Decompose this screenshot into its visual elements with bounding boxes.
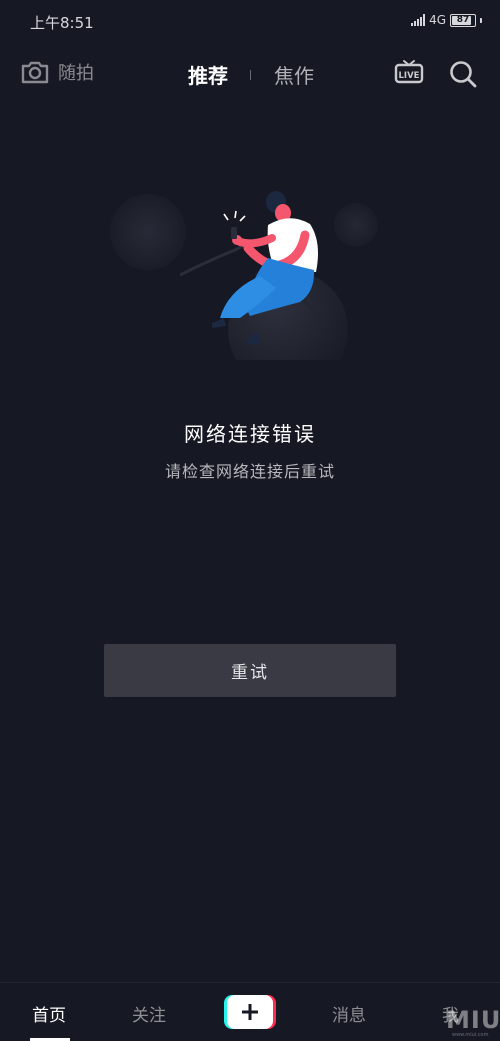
feed-tabs: 推荐 焦作	[186, 60, 316, 89]
error-title: 网络连接错误	[184, 422, 316, 446]
bottom-nav: 首页 关注 消息 我	[0, 982, 500, 1041]
svg-text:LIVE: LIVE	[399, 71, 420, 81]
retry-button[interactable]: 重试	[104, 644, 396, 697]
live-button[interactable]: LIVE	[394, 58, 424, 90]
top-nav: 随拍 推荐 焦作 LIVE	[0, 50, 500, 96]
error-subtitle: 请检查网络连接后重试	[164, 462, 335, 481]
plus-button-face	[227, 995, 273, 1029]
tab-recommended[interactable]: 推荐	[186, 60, 230, 89]
tab-divider	[250, 69, 251, 80]
battery-level: 87	[456, 15, 470, 25]
miui-watermark-url: www.miui.com	[452, 1032, 489, 1038]
nav-following[interactable]: 关注	[132, 1001, 166, 1026]
search-button[interactable]	[448, 59, 478, 93]
battery-icon: 87	[450, 13, 476, 27]
create-video-button[interactable]	[224, 995, 276, 1029]
live-tv-icon: LIVE	[394, 60, 424, 84]
nav-home[interactable]: 首页	[32, 1001, 66, 1026]
status-bar: 上午8:51 4G 87	[0, 0, 500, 42]
camera-icon	[21, 61, 49, 84]
status-time: 上午8:51	[30, 14, 94, 32]
miui-watermark: MIUI	[446, 1006, 500, 1034]
network-type: 4G	[429, 13, 446, 27]
tab-local[interactable]: 焦作	[272, 60, 316, 89]
signal-icon	[411, 14, 426, 26]
status-indicators: 4G 87	[411, 13, 482, 27]
network-error-illustration	[100, 180, 400, 390]
camera-button[interactable]: 随拍	[20, 58, 94, 86]
search-icon	[450, 61, 477, 88]
battery-tip	[480, 17, 482, 23]
nav-messages[interactable]: 消息	[332, 1001, 366, 1026]
camera-label: 随拍	[58, 63, 94, 84]
plus-icon	[242, 1004, 258, 1020]
